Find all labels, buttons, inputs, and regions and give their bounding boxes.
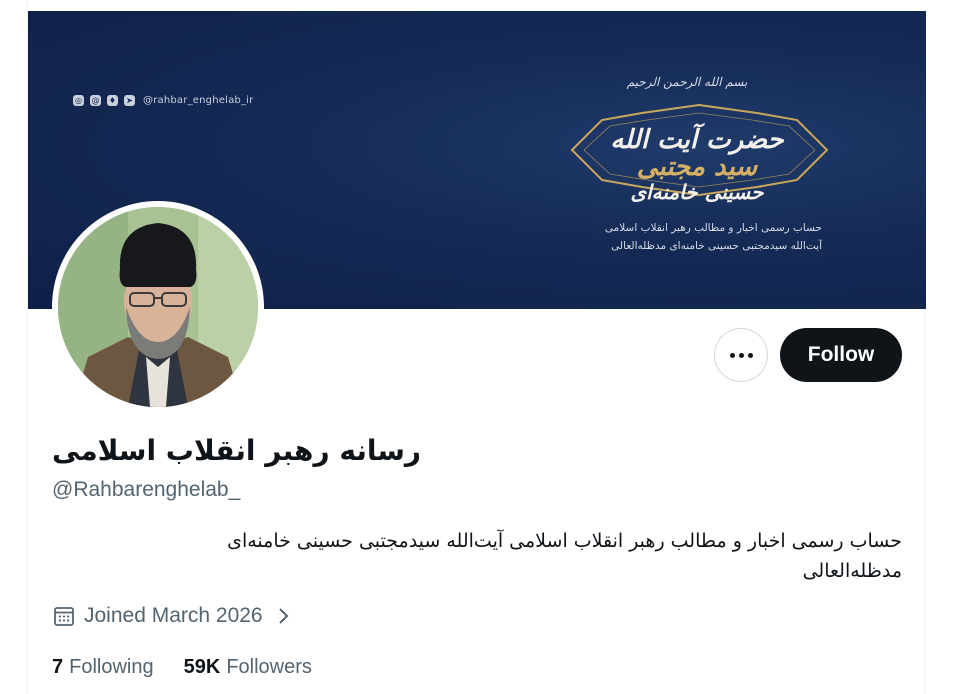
follow-button[interactable]: Follow	[780, 328, 902, 382]
joined-date-link[interactable]: Joined March 2026	[52, 604, 293, 628]
emblem-line-2: سید مجتبی	[636, 152, 758, 183]
profile-page: ◎ @ ♦ ➤ @rahbar_enghelab_ir بسم الله الر…	[0, 0, 968, 694]
emblem-line-1: حضرت آیت الله	[610, 125, 784, 155]
banner-calligraphy: بسم الله الرحمن الرحیم حضرت آیت الله سید…	[562, 67, 842, 257]
followers-label: Followers	[226, 656, 312, 678]
display-name: رسانه رهبر انقلاب اسلامی	[52, 434, 422, 467]
banner-emblem-text: حضرت آیت الله سید مجتبی حسینی خامنه‌ای	[592, 125, 802, 204]
banner-social-row: ◎ @ ♦ ➤ @rahbar_enghelab_ir	[73, 95, 253, 106]
avatar-portrait	[58, 207, 258, 407]
follow-stats: 7 Following 59K Followers	[52, 656, 312, 679]
avatar-photo	[58, 207, 258, 407]
joined-date-text: Joined March 2026	[84, 604, 263, 627]
banner-basmala: بسم الله الرحمن الرحیم	[626, 75, 748, 89]
more-horizontal-icon	[729, 352, 753, 358]
calendar-icon	[54, 607, 74, 626]
followers-count: 59K	[183, 656, 221, 678]
shield-icon: ♦	[107, 95, 118, 106]
chevron-right-icon	[278, 608, 289, 624]
telegram-icon: ➤	[124, 95, 135, 106]
followers-link[interactable]: 59K Followers	[184, 656, 312, 679]
emblem-line-3: حسینی خامنه‌ای	[630, 179, 764, 204]
threads-icon: @	[90, 95, 101, 106]
banner-caption-line-1: حساب رسمی اخبار و مطالب رهبر انقلاب اسلا…	[604, 222, 822, 234]
profile-column: ◎ @ ♦ ➤ @rahbar_enghelab_ir بسم الله الر…	[27, 0, 926, 694]
following-link[interactable]: 7 Following	[52, 656, 154, 679]
more-options-button[interactable]	[714, 328, 768, 382]
following-count: 7	[52, 656, 64, 678]
instagram-icon: ◎	[73, 95, 84, 106]
top-strip	[28, 0, 926, 11]
user-handle: @Rahbarenghelab_	[52, 478, 241, 501]
banner-caption: حساب رسمی اخبار و مطالب رهبر انقلاب اسلا…	[572, 219, 822, 255]
banner-social-handle: @rahbar_enghelab_ir	[143, 95, 254, 106]
following-label: Following	[69, 656, 154, 678]
display-name-container: رسانه رهبر انقلاب اسلامی	[52, 434, 421, 467]
profile-bio: حساب رسمی اخبار و مطالب رهبر انقلاب اسلا…	[227, 530, 902, 582]
avatar[interactable]	[52, 201, 264, 413]
banner-caption-line-2: آیت‌الله سیدمجتبی حسینی خامنه‌ای مدظله‌ا…	[611, 240, 822, 252]
